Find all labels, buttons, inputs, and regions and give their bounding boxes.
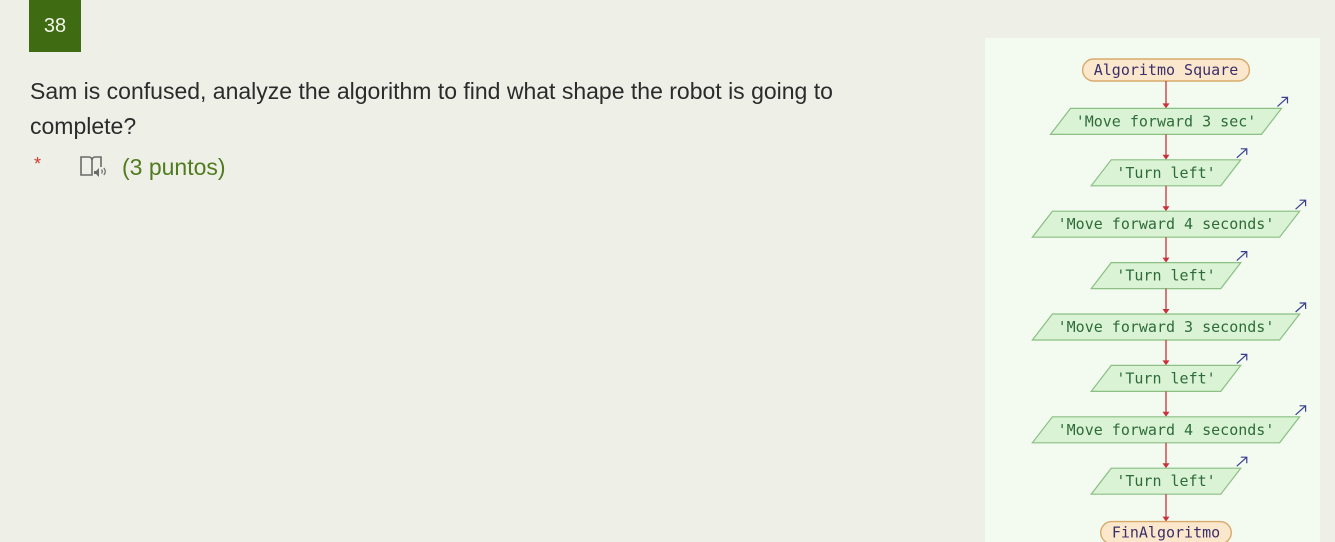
output-step-label: 'Move forward 4 seconds' (1058, 215, 1275, 233)
connector-arrowhead-3 (1162, 257, 1170, 263)
output-arrow-icon (1295, 199, 1307, 210)
flowchart-image: Algoritmo Square 'Move forward 3 sec' 'Tur… (985, 38, 1320, 542)
output-arrow-icon (1236, 353, 1248, 364)
output-step-label: 'Move forward 3 sec' (1076, 112, 1257, 130)
output-arrow-icon (1236, 251, 1248, 262)
required-marker: * (34, 153, 42, 174)
output-step-label: 'Turn left' (1116, 267, 1215, 285)
connector-arrowhead-1 (1162, 154, 1170, 160)
connector-arrowhead-5 (1162, 360, 1170, 366)
flowchart: Algoritmo Square 'Move forward 3 sec' 'Tur… (1031, 58, 1307, 542)
connector-arrowhead-2 (1162, 206, 1170, 212)
output-step-label: 'Turn left' (1116, 369, 1215, 387)
output-step-label: 'Turn left' (1116, 472, 1215, 490)
flowchart-start-label: Algoritmo Square (1094, 61, 1239, 79)
immersive-reader-icon[interactable] (78, 154, 108, 180)
flowchart-end-label: FinAlgoritmo (1112, 524, 1220, 542)
output-step-label: 'Move forward 4 seconds' (1058, 421, 1275, 439)
output-arrow-icon (1295, 405, 1307, 416)
output-arrow-icon (1236, 148, 1248, 159)
question-meta: * (3 puntos) (34, 152, 226, 182)
output-step-label: 'Turn left' (1116, 164, 1215, 182)
connector-arrowhead-6 (1162, 411, 1170, 417)
connector-arrowhead-4 (1162, 309, 1170, 314)
output-arrow-icon (1277, 96, 1289, 107)
points-label: (3 puntos) (122, 153, 226, 180)
output-arrow-icon (1236, 456, 1248, 467)
connector-arrowhead-7 (1162, 463, 1170, 469)
connector-arrowhead-8 (1162, 516, 1170, 522)
question-text: Sam is confused, analyze the algorithm t… (30, 78, 833, 139)
output-step-label: 'Move forward 3 seconds' (1058, 318, 1275, 336)
question-number: 38 (43, 14, 67, 37)
question-number-badge: 38 (29, 0, 81, 52)
output-arrow-icon (1295, 302, 1307, 313)
connector-arrowhead-0 (1162, 103, 1170, 109)
